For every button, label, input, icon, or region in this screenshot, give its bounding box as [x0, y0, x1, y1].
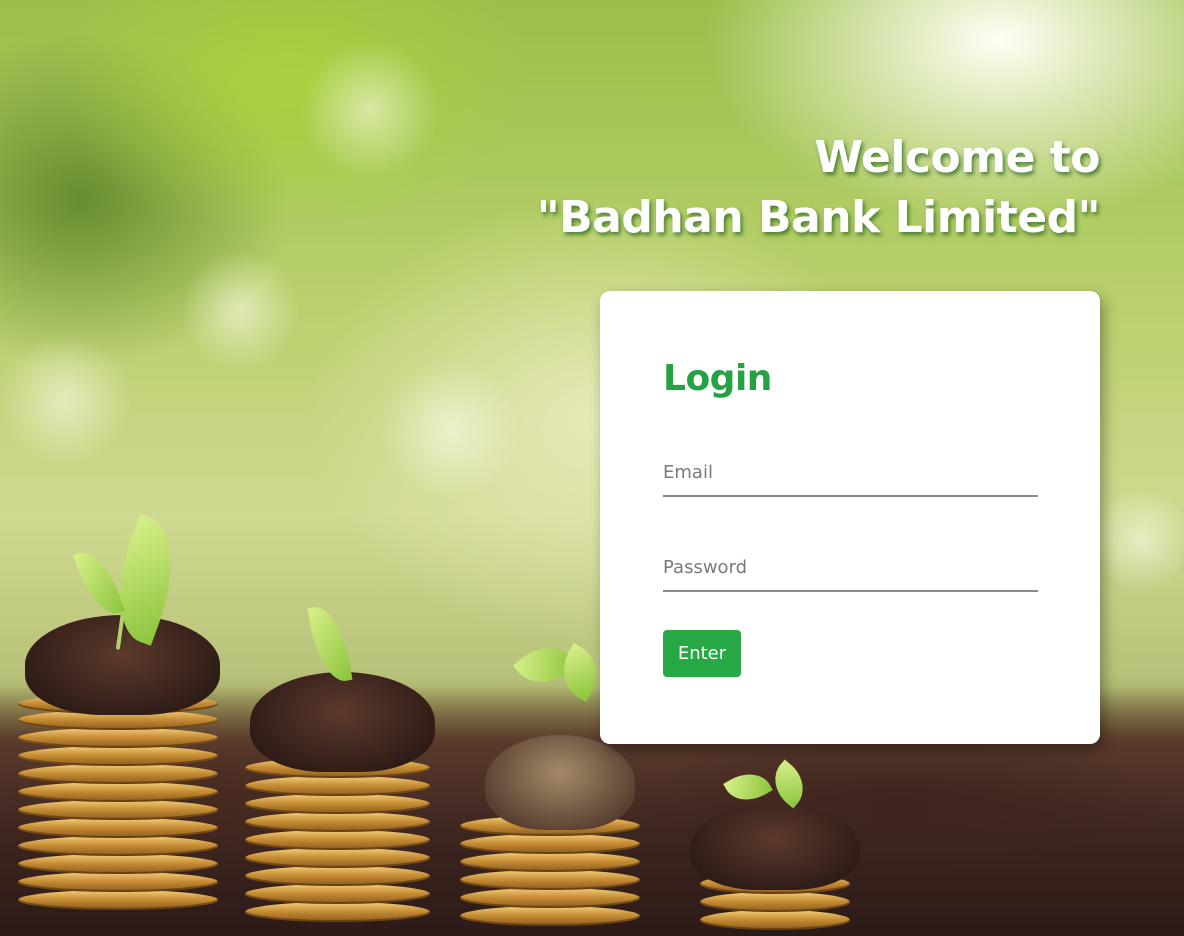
bokeh-light	[380, 360, 520, 500]
welcome-line-1: Welcome to	[814, 132, 1101, 183]
soil-mound	[485, 735, 635, 830]
welcome-heading: Welcome to "Badhan Bank Limited"	[536, 128, 1101, 248]
welcome-line-2: "Badhan Bank Limited"	[536, 192, 1101, 243]
bokeh-light	[1100, 480, 1184, 600]
bokeh-light	[0, 330, 130, 470]
email-field-wrapper	[663, 449, 1038, 497]
enter-button[interactable]: Enter	[663, 630, 741, 677]
login-card: Login Enter	[600, 291, 1100, 744]
bokeh-light	[180, 250, 300, 370]
soil-mound	[250, 672, 435, 772]
password-field[interactable]	[663, 544, 1038, 592]
soil-mound	[690, 805, 860, 890]
bokeh-light	[300, 40, 440, 180]
coin-stack-2	[245, 752, 430, 932]
email-field[interactable]	[663, 449, 1038, 497]
coin-stack-1	[18, 690, 218, 930]
login-title: Login	[663, 358, 772, 399]
password-field-wrapper	[663, 544, 1038, 592]
